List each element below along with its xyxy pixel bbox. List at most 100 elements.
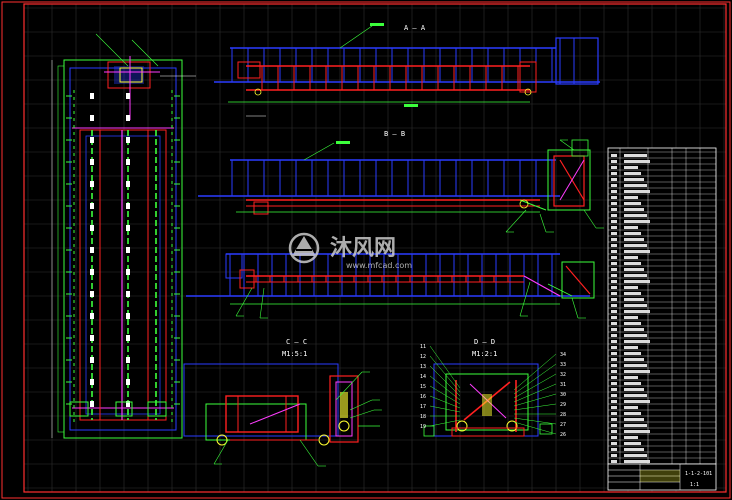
table-cell-mark: [624, 214, 647, 217]
section-d-scale: M1:2:1: [472, 350, 497, 358]
table-cell-mark: [611, 226, 617, 229]
table-cell-mark: [611, 268, 617, 271]
table-cell-mark: [624, 388, 644, 391]
callout-number: 32: [560, 372, 566, 378]
callout-number: 29: [560, 402, 566, 408]
table-cell-mark: [611, 460, 617, 463]
table-cell-mark: [624, 184, 647, 187]
table-cell-mark: [624, 208, 644, 211]
table-cell-mark: [624, 304, 647, 307]
table-cell-mark: [624, 268, 644, 271]
table-cell-mark: [624, 220, 650, 223]
table-cell-mark: [624, 322, 641, 325]
table-cell-mark: [611, 412, 617, 415]
table-cell-mark: [611, 250, 617, 253]
table-cell-mark: [611, 202, 617, 205]
table-cell-mark: [624, 262, 641, 265]
table-cell-mark: [611, 238, 617, 241]
table-cell-mark: [624, 274, 647, 277]
table-cell-mark: [624, 460, 650, 463]
table-cell-mark: [611, 340, 617, 343]
watermark-url: www.mfcad.com: [346, 261, 412, 270]
cad-drawing-sheet: A — A B — B C — C M1:5:1 D — D M1:2:1 11…: [0, 0, 732, 500]
table-cell-mark: [611, 178, 617, 181]
table-cell-mark: [611, 160, 617, 163]
table-cell-mark: [624, 328, 644, 331]
callout-number: 27: [560, 422, 566, 428]
table-cell-mark: [624, 412, 641, 415]
callout-number: 34: [560, 352, 566, 358]
table-cell-mark: [611, 214, 617, 217]
parts-list-table: [607, 147, 717, 465]
table-cell-mark: [611, 304, 617, 307]
elevation-view-a: A — A: [214, 23, 600, 117]
watermark-brand: 沐风网: [330, 236, 396, 261]
table-cell-mark: [624, 154, 647, 157]
table-cell-mark: [624, 232, 641, 235]
callout-number: 15: [420, 384, 426, 390]
callout-number: 18: [420, 414, 426, 420]
table-cell-mark: [624, 424, 647, 427]
table-cell-mark: [624, 406, 638, 409]
section-c-label: C — C: [286, 338, 307, 346]
table-cell-mark: [624, 178, 644, 181]
table-cell-mark: [624, 166, 638, 169]
callout-number: 17: [420, 404, 426, 410]
table-cell-mark: [611, 310, 617, 313]
table-cell-mark: [611, 232, 617, 235]
table-cell-mark: [611, 370, 617, 373]
callout-number: 16: [420, 394, 426, 400]
callout-number: 33: [560, 362, 566, 368]
elevation-view-b: B — B: [198, 130, 604, 233]
table-cell-mark: [611, 292, 617, 295]
table-cell-mark: [611, 280, 617, 283]
section-d-d: D — D M1:2:1 11 12 13 14 15 16 17 18 19 34 33 32 31…: [420, 338, 566, 438]
section-c-scale: M1:5:1: [282, 350, 307, 358]
table-cell-mark: [624, 286, 638, 289]
table-cell-mark: [611, 382, 617, 385]
table-cell-mark: [611, 400, 617, 403]
table-cell-mark: [624, 454, 647, 457]
table-cell-mark: [624, 244, 647, 247]
table-cell-mark: [624, 202, 641, 205]
table-cell-mark: [611, 256, 617, 259]
drawing-number: 1-1-2-101: [685, 471, 712, 477]
table-cell-mark: [611, 220, 617, 223]
table-cell-mark: [611, 376, 617, 379]
table-cell-mark: [611, 430, 617, 433]
table-cell-mark: [624, 376, 638, 379]
table-cell-mark: [611, 298, 617, 301]
table-cell-mark: [624, 316, 638, 319]
table-cell-mark: [624, 334, 647, 337]
table-cell-mark: [624, 172, 641, 175]
callout-number: 30: [560, 392, 566, 398]
callout-number: 31: [560, 382, 566, 388]
table-cell-mark: [624, 160, 650, 163]
table-cell-mark: [624, 190, 650, 193]
table-cell-mark: [611, 190, 617, 193]
table-cell-mark: [611, 436, 617, 439]
table-cell-mark: [624, 256, 638, 259]
table-cell-mark: [624, 430, 650, 433]
title-block: 1-1-2-101 1:1: [607, 463, 717, 491]
table-cell-mark: [624, 370, 650, 373]
table-cell-mark: [611, 166, 617, 169]
table-cell-mark: [624, 298, 644, 301]
table-cell-mark: [611, 358, 617, 361]
table-cell-mark: [611, 442, 617, 445]
table-cell-mark: [624, 442, 641, 445]
table-cell-mark: [611, 394, 617, 397]
table-cell-mark: [624, 196, 638, 199]
table-cell-mark: [624, 280, 650, 283]
section-d-label: D — D: [474, 338, 495, 346]
sheet-scale: 1:1: [690, 482, 699, 488]
table-cell-mark: [611, 274, 617, 277]
table-cell-mark: [624, 226, 638, 229]
table-cell-mark: [611, 406, 617, 409]
table-cell-mark: [624, 358, 644, 361]
table-cell-mark: [624, 400, 650, 403]
table-cell-mark: [611, 322, 617, 325]
table-cell-mark: [611, 418, 617, 421]
table-cell-mark: [611, 154, 617, 157]
callout-number: 14: [420, 374, 426, 380]
